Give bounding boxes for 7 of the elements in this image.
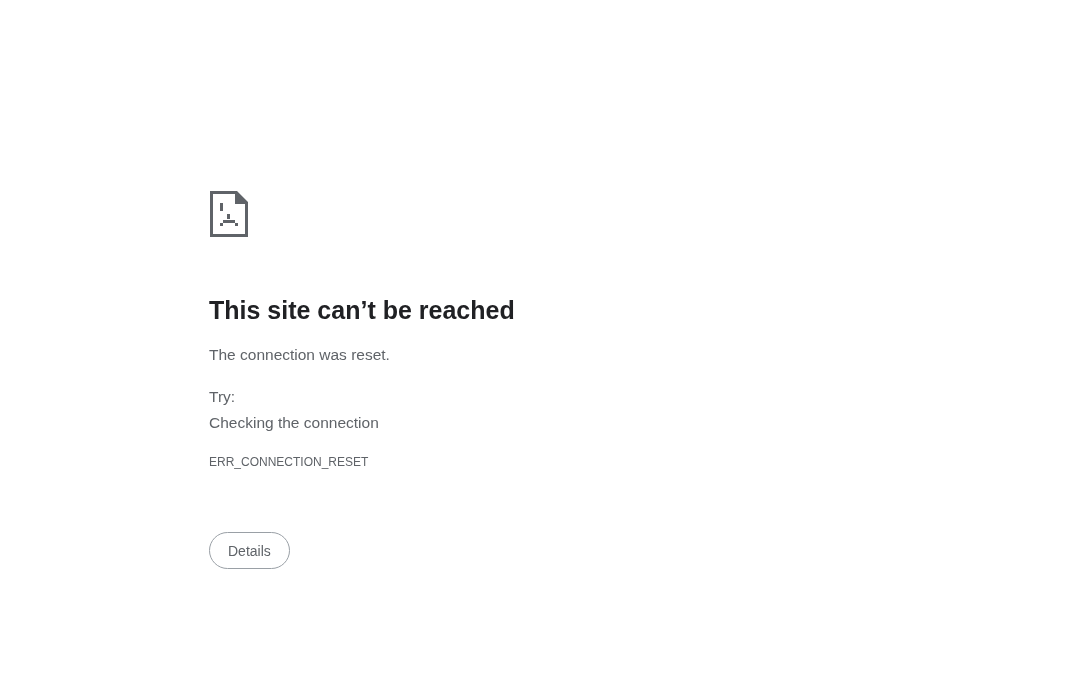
error-message: The connection was reset. xyxy=(209,345,390,365)
details-button[interactable]: Details xyxy=(209,532,290,569)
page-heading: This site can’t be reached xyxy=(209,295,515,326)
suggestion-text: Checking the connection xyxy=(209,413,379,433)
try-label: Try: xyxy=(209,387,236,407)
error-code: ERR_CONNECTION_RESET xyxy=(209,454,369,470)
sad-page-icon xyxy=(209,190,249,238)
